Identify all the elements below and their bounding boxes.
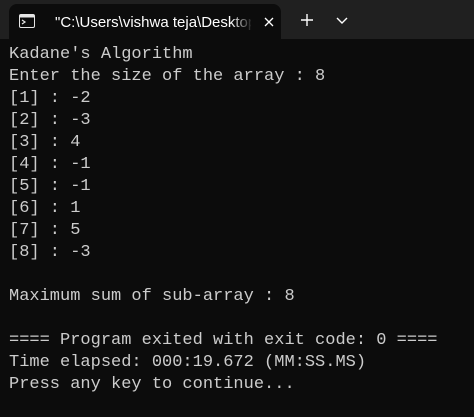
console-line-element-8: [8] : -3: [9, 243, 91, 262]
tab-dropdown-button[interactable]: [327, 6, 357, 34]
tab-title-fade: [231, 10, 253, 34]
console-line-title: Kadane's Algorithm: [9, 45, 193, 64]
console-line-time-elapsed: Time elapsed: 000:19.672 (MM:SS.MS): [9, 353, 367, 372]
tab-active[interactable]: "C:\Users\vishwa teja\Desktop\: [9, 4, 281, 39]
console-line-element-5: [5] : -1: [9, 177, 91, 196]
close-icon[interactable]: [261, 14, 277, 30]
console-line-element-1: [1] : -2: [9, 89, 91, 108]
console-line-element-7: [7] : 5: [9, 221, 81, 240]
console-icon: [19, 14, 35, 28]
console-line-exit-code: ==== Program exited with exit code: 0 ==…: [9, 331, 438, 350]
console-line-size-prompt: Enter the size of the array : 8: [9, 67, 326, 86]
plus-icon: [301, 14, 313, 26]
chevron-down-icon: [336, 17, 348, 24]
tab-title: "C:\Users\vishwa teja\Desktop\: [55, 14, 251, 31]
console-line-element-3: [3] : 4: [9, 133, 81, 152]
terminal-window: "C:\Users\vishwa teja\Desktop\ Kadane's …: [0, 0, 474, 417]
console-output[interactable]: Kadane's Algorithm Enter the size of the…: [0, 39, 474, 417]
console-line-element-4: [4] : -1: [9, 155, 91, 174]
console-line-element-2: [2] : -3: [9, 111, 91, 130]
console-line-result: Maximum sum of sub-array : 8: [9, 287, 295, 306]
title-bar: "C:\Users\vishwa teja\Desktop\: [0, 0, 474, 39]
console-line-element-6: [6] : 1: [9, 199, 81, 218]
new-tab-button[interactable]: [292, 6, 322, 34]
console-line-press-key: Press any key to continue...: [9, 375, 295, 394]
